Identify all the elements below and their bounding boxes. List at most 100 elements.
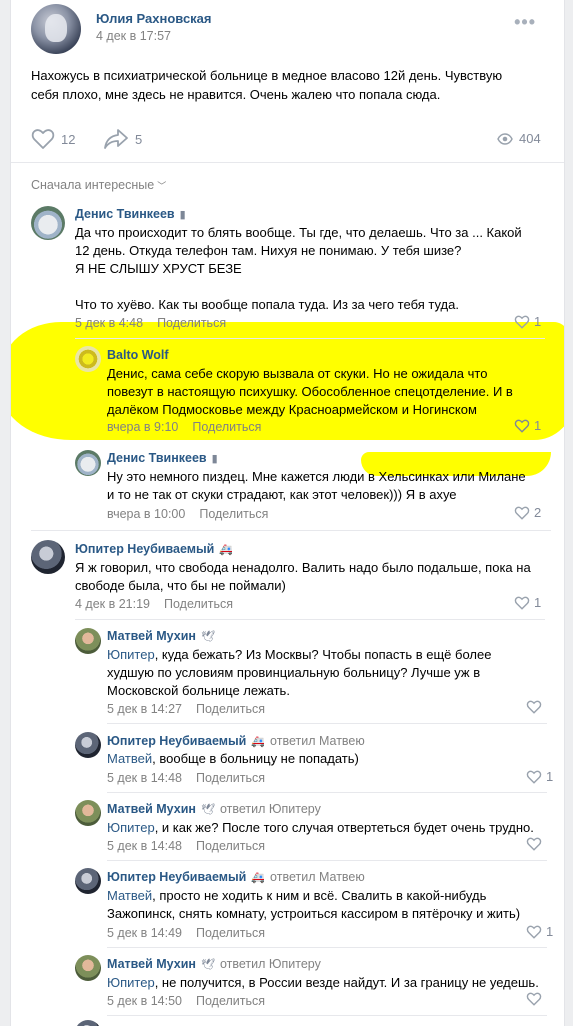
comment-date[interactable]: 5 дек в 14:27 [107, 702, 182, 716]
comment-author[interactable]: Матвей Мухин 🕊 ответил Юпитеру [107, 802, 321, 816]
reply-to-label[interactable]: ответил Юпитеру [220, 957, 321, 971]
comment-author[interactable]: Денис Твинкеев ▮ [107, 451, 218, 465]
comment-share-link[interactable]: Поделиться [196, 994, 265, 1008]
comment-like-button[interactable]: 1 [514, 314, 541, 329]
comment-date[interactable]: вчера в 10:00 [107, 507, 185, 521]
comment-date[interactable]: 5 дек в 14:49 [107, 926, 182, 940]
comment-author[interactable]: Юпитер Неубиваемый 🚑 [75, 542, 233, 556]
comment-line: Зажопинск, снять комнату, устроиться кас… [107, 906, 521, 921]
comment-line: Матвей, просто не ходить к ним и всё. Св… [107, 887, 520, 905]
comment-author[interactable]: Balto Wolf [107, 348, 169, 362]
author-name[interactable]: Матвей Мухин [107, 802, 196, 816]
comment-text: Юпитер, не получится, в России везде най… [107, 974, 539, 992]
comment-date[interactable]: 5 дек в 14:48 [107, 839, 182, 853]
comment-line: Да что происходит то блять вообще. Ты гд… [75, 225, 522, 240]
comment-share-link[interactable]: Поделиться [196, 839, 265, 853]
heart-icon [31, 129, 55, 149]
author-name[interactable]: Матвей Мухин [107, 629, 196, 643]
author-name[interactable]: Денис Твинкеев [75, 207, 175, 221]
author-name[interactable]: Денис Твинкеев [107, 451, 207, 465]
comment-share-link[interactable]: Поделиться [196, 926, 265, 940]
author-name[interactable]: Юпитер Неубиваемый [75, 542, 214, 556]
comment-like-button[interactable]: 1 [526, 769, 553, 784]
comment-meta: 5 дек в 14:48 Поделиться [107, 771, 265, 785]
comment-author[interactable]: Матвей Мухин 🕊 [107, 629, 215, 643]
avatar[interactable] [75, 800, 101, 826]
post-author-avatar[interactable] [31, 4, 81, 54]
heart-icon [514, 596, 530, 610]
post-text: Нахожусь в психиатрической больнице в ме… [31, 66, 551, 104]
bird-badge-icon: 🕊 [200, 631, 215, 643]
comment-author[interactable]: Денис Твинкеев ▮ [75, 207, 186, 221]
share-arrow-icon [104, 129, 128, 149]
mention-link[interactable]: Матвей [107, 751, 152, 766]
comment-like-count: 1 [534, 595, 542, 610]
mention-link[interactable]: Юпитер [107, 647, 155, 662]
author-name[interactable]: Юпитер Неубиваемый [107, 734, 246, 748]
comment-meta: вчера в 10:00 Поделиться [107, 507, 268, 521]
sort-label: Сначала интересные [31, 178, 155, 192]
comment-line: Денис, сама себе скорую вызвала от скуки… [107, 366, 488, 381]
comment-like-button[interactable] [526, 837, 542, 851]
comment-date[interactable]: 5 дек в 14:50 [107, 994, 182, 1008]
mention-link[interactable]: Юпитер [107, 975, 155, 990]
author-name[interactable]: Юпитер Неубиваемый [107, 870, 246, 884]
eye-icon [497, 132, 513, 145]
reply-to-label[interactable]: ответил Матвею [270, 734, 365, 748]
comment-like-button[interactable]: 1 [514, 418, 541, 433]
comment-meta: вчера в 9:10 Поделиться [107, 420, 261, 434]
like-button[interactable]: 12 [31, 128, 75, 150]
avatar[interactable] [75, 732, 101, 758]
comment-author[interactable]: Юпитер Неубиваемый 🚑 ответил Матвею [107, 734, 365, 748]
post-author-name[interactable]: Юлия Рахновская [96, 11, 212, 26]
avatar[interactable] [75, 1020, 101, 1026]
comment-author[interactable]: Юпитер Неубиваемый 🚑 ответил Матвею [107, 870, 365, 884]
heart-icon [526, 992, 542, 1006]
share-count: 5 [135, 131, 143, 147]
comment-share-link[interactable]: Поделиться [157, 316, 226, 330]
comment-date[interactable]: 5 дек в 4:48 [75, 316, 143, 330]
comment-share-link[interactable]: Поделиться [199, 507, 268, 521]
comment-meta: 5 дек в 14:27 Поделиться [107, 702, 265, 716]
share-button[interactable]: 5 [103, 128, 142, 150]
comment-share-link[interactable]: Поделиться [196, 771, 265, 785]
comment-share-link[interactable]: Поделиться [196, 702, 265, 716]
comment-like-button[interactable]: 1 [526, 924, 553, 939]
mention-link[interactable]: Матвей [107, 888, 152, 903]
avatar[interactable] [75, 628, 101, 654]
divider [107, 860, 547, 861]
comment-share-link[interactable]: Поделиться [164, 597, 233, 611]
comment-line: Московской больнице лежать. [107, 683, 290, 698]
author-name[interactable]: Матвей Мухин [107, 957, 196, 971]
comment-like-button[interactable]: 1 [514, 595, 541, 610]
comment-author[interactable]: Матвей Мухин 🕊 ответил Юпитеру [107, 957, 321, 971]
like-count: 12 [61, 131, 76, 147]
comment-line: Что то хуёво. Как ты вообще попала туда.… [75, 297, 459, 312]
more-dots-icon[interactable]: ••• [514, 12, 536, 33]
mention-link[interactable]: Юпитер [107, 820, 155, 835]
comment-like-count: 1 [534, 314, 542, 329]
comment-like-button[interactable] [526, 700, 542, 714]
comment-date[interactable]: вчера в 9:10 [107, 420, 178, 434]
reply-to-label[interactable]: ответил Юпитеру [220, 802, 321, 816]
avatar[interactable] [75, 346, 101, 372]
comment-line: и то не так от скуки страдают, как этот … [107, 487, 457, 502]
avatar[interactable] [75, 868, 101, 894]
avatar[interactable] [31, 540, 65, 574]
comments-sort-dropdown[interactable]: Сначала интересные ﹀ [31, 178, 166, 192]
comment-date[interactable]: 4 дек в 21:19 [75, 597, 150, 611]
comment-line: Я НЕ СЛЫШУ ХРУСТ БЕЗЕ [75, 261, 242, 276]
post-date[interactable]: 4 дек в 17:57 [96, 29, 171, 43]
comment-line: далёком Подмосковье между Красноармейско… [107, 402, 477, 417]
post-text-line: себя плохо, мне здесь не нравится. Очень… [31, 87, 441, 102]
comment-text: Матвей, вообще в больницу не попадать) [107, 750, 359, 768]
reply-to-label[interactable]: ответил Матвею [270, 870, 365, 884]
comment-date[interactable]: 5 дек в 14:48 [107, 771, 182, 785]
comment-share-link[interactable]: Поделиться [192, 420, 261, 434]
avatar[interactable] [75, 450, 101, 476]
avatar[interactable] [75, 955, 101, 981]
post-card: Юлия Рахновская 4 дек в 17:57 ••• Нахожу… [10, 0, 565, 1026]
comment-like-button[interactable] [526, 992, 542, 1006]
comment-like-button[interactable]: 2 [514, 505, 541, 520]
avatar[interactable] [31, 206, 65, 240]
